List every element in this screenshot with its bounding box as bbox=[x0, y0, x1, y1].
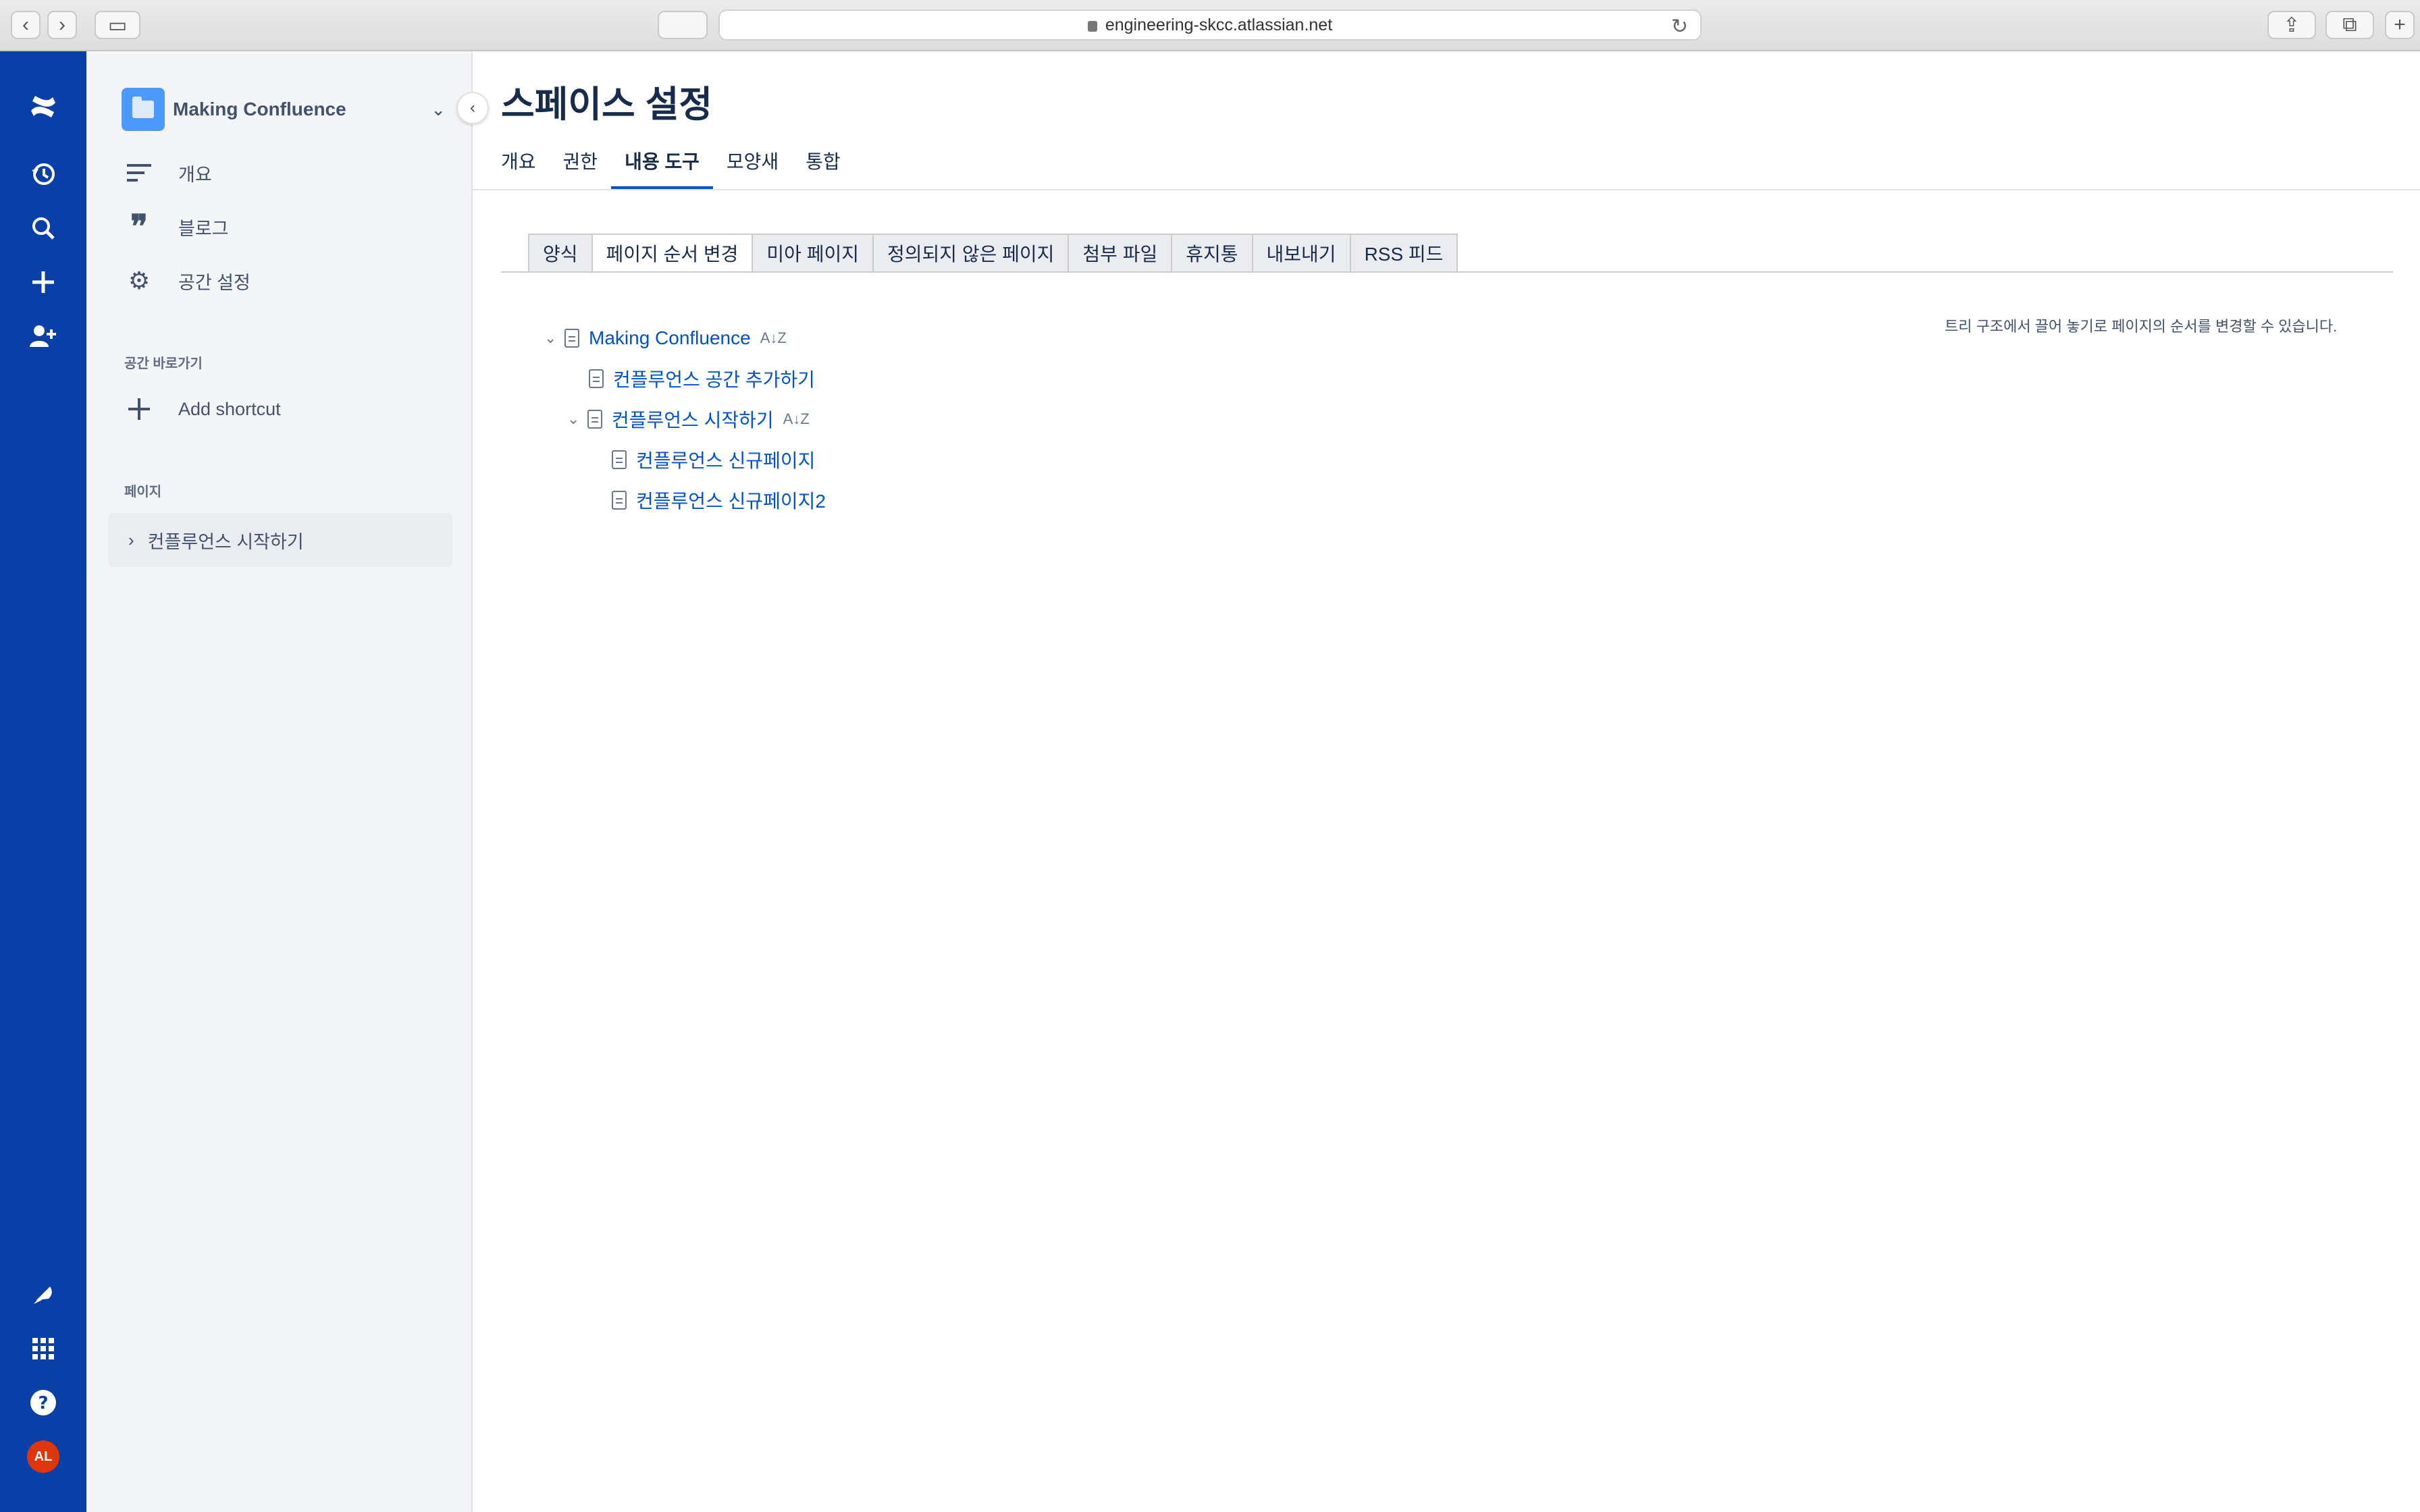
notification-icon[interactable] bbox=[23, 1274, 63, 1315]
page-icon bbox=[612, 491, 627, 510]
sidebar-toggle-icon[interactable]: ▭ bbox=[95, 11, 140, 39]
reload-icon[interactable]: ↻ bbox=[1671, 15, 1688, 38]
space-header[interactable]: Making Confluence ⌄ bbox=[122, 88, 446, 131]
history-icon[interactable] bbox=[23, 154, 63, 194]
tab-look-and-feel[interactable]: 모양새 bbox=[713, 144, 792, 190]
blog-quote-icon: ❞ bbox=[130, 208, 148, 246]
tree-item-label[interactable]: 컨플루언스 신규페이지2 bbox=[636, 487, 826, 514]
plus-icon bbox=[122, 397, 157, 421]
subtab-orphaned-pages[interactable]: 미아 페이지 bbox=[752, 234, 873, 273]
subtab-reorder-pages[interactable]: 페이지 순서 변경 bbox=[591, 234, 752, 273]
svg-text:?: ? bbox=[38, 1393, 48, 1413]
tabs-divider bbox=[473, 189, 2420, 190]
page-title: 스페이스 설정 bbox=[501, 84, 713, 125]
address-bar[interactable]: engineering-skcc.atlassian.net ↻ bbox=[718, 9, 1702, 40]
sidebar-item-label: 개요 bbox=[178, 164, 212, 185]
confluence-logo-icon[interactable] bbox=[23, 86, 63, 127]
tab-overview-button[interactable] bbox=[658, 11, 708, 39]
tree-item-home[interactable]: ⌄ Making Confluence A↓Z bbox=[544, 322, 787, 354]
subtab-export[interactable]: 내보내기 bbox=[1251, 234, 1350, 273]
chevron-down-icon[interactable]: ⌄ bbox=[431, 99, 446, 120]
main-content: 스페이스 설정 개요 권한 내용 도구 모양새 통합 양식 페이지 순서 변경 … bbox=[473, 51, 2420, 1512]
home-page-icon bbox=[564, 329, 579, 348]
add-shortcut-label: Add shortcut bbox=[178, 398, 281, 419]
back-button[interactable]: ‹ bbox=[11, 11, 41, 39]
space-folder-icon bbox=[122, 88, 165, 131]
settings-tabs: 개요 권한 내용 도구 모양새 통합 bbox=[501, 144, 854, 190]
tree-item-label[interactable]: Making Confluence bbox=[589, 327, 751, 349]
tree-item-label[interactable]: 컨플루언스 신규페이지 bbox=[636, 446, 815, 473]
page-item-label: 컨플루언스 시작하기 bbox=[147, 531, 304, 552]
search-icon[interactable] bbox=[23, 208, 63, 248]
tab-integrations[interactable]: 통합 bbox=[792, 144, 854, 190]
url-text: engineering-skcc.atlassian.net bbox=[1105, 15, 1333, 34]
tree-item-label[interactable]: 컨플루언스 공간 추가하기 bbox=[613, 365, 815, 392]
shortcuts-heading: 공간 바로가기 bbox=[124, 356, 203, 371]
sidebar-item-label: 공간 설정 bbox=[178, 272, 251, 293]
overview-icon bbox=[122, 163, 157, 183]
subtab-rss-feeds[interactable]: RSS 피드 bbox=[1349, 234, 1458, 273]
content-tools-tabs: 양식 페이지 순서 변경 미아 페이지 정의되지 않은 페이지 첨부 파일 휴지… bbox=[528, 234, 1458, 273]
space-name: Making Confluence bbox=[173, 99, 346, 119]
sidebar-page-item[interactable]: › 컨플루언스 시작하기 bbox=[108, 513, 452, 567]
help-icon[interactable]: ? bbox=[23, 1382, 63, 1423]
chevron-down-icon[interactable]: ⌄ bbox=[567, 410, 587, 428]
pages-heading: 페이지 bbox=[124, 485, 162, 500]
subtabs-divider bbox=[501, 271, 2393, 273]
tree-item[interactable]: 컨플루언스 신규페이지 bbox=[612, 443, 815, 476]
tabs-icon[interactable]: ⧉ bbox=[2325, 11, 2374, 39]
add-shortcut-button[interactable]: Add shortcut bbox=[122, 386, 446, 432]
gear-icon: ⚙ bbox=[128, 267, 151, 294]
tab-overview[interactable]: 개요 bbox=[501, 144, 550, 190]
tree-item-label[interactable]: 컨플루언스 시작하기 bbox=[612, 406, 774, 433]
space-sidebar: Making Confluence ⌄ 개요 ❞ 블로그 ⚙ 공간 설정 공간 … bbox=[86, 51, 473, 1512]
sidebar-item-blog[interactable]: ❞ 블로그 bbox=[122, 204, 446, 250]
app-switcher-icon[interactable] bbox=[23, 1328, 63, 1369]
chevron-right-icon[interactable]: › bbox=[128, 530, 134, 551]
sidebar-item-label: 블로그 bbox=[178, 218, 229, 239]
plus-icon[interactable] bbox=[23, 262, 63, 302]
page-icon bbox=[612, 450, 627, 469]
page-icon bbox=[589, 369, 604, 388]
sort-alphabetical-icon[interactable]: A↓Z bbox=[760, 329, 787, 347]
sort-alphabetical-icon[interactable]: A↓Z bbox=[783, 410, 810, 428]
global-navigation: ? AL bbox=[0, 51, 86, 1512]
subtab-trash[interactable]: 휴지통 bbox=[1171, 234, 1252, 273]
user-avatar[interactable]: AL bbox=[27, 1440, 59, 1473]
lock-icon bbox=[1087, 21, 1097, 32]
share-icon[interactable]: ⇪ bbox=[2267, 11, 2316, 39]
subtab-attachments[interactable]: 첨부 파일 bbox=[1068, 234, 1172, 273]
tab-permissions[interactable]: 권한 bbox=[550, 144, 612, 190]
sidebar-item-space-settings[interactable]: ⚙ 공간 설정 bbox=[122, 258, 446, 304]
page-icon bbox=[587, 410, 602, 429]
tab-content-tools[interactable]: 내용 도구 bbox=[611, 144, 713, 190]
new-tab-icon[interactable]: + bbox=[2385, 11, 2415, 39]
chevron-down-icon[interactable]: ⌄ bbox=[544, 329, 564, 347]
tree-item[interactable]: 컨플루언스 신규페이지2 bbox=[612, 484, 826, 516]
reorder-hint: 트리 구조에서 끌어 놓기로 페이지의 순서를 변경할 수 있습니다. bbox=[1945, 318, 2338, 335]
tree-item[interactable]: ⌄ 컨플루언스 시작하기 A↓Z bbox=[567, 403, 810, 435]
subtab-templates[interactable]: 양식 bbox=[528, 234, 591, 273]
forward-button[interactable]: › bbox=[47, 11, 77, 39]
subtab-undefined-pages[interactable]: 정의되지 않은 페이지 bbox=[872, 234, 1068, 273]
sidebar-item-overview[interactable]: 개요 bbox=[122, 150, 446, 196]
add-people-icon[interactable] bbox=[23, 316, 63, 356]
tree-item[interactable]: 컨플루언스 공간 추가하기 bbox=[589, 362, 815, 395]
browser-chrome: ‹ › ▭ engineering-skcc.atlassian.net ↻ ⇪… bbox=[0, 0, 2420, 51]
